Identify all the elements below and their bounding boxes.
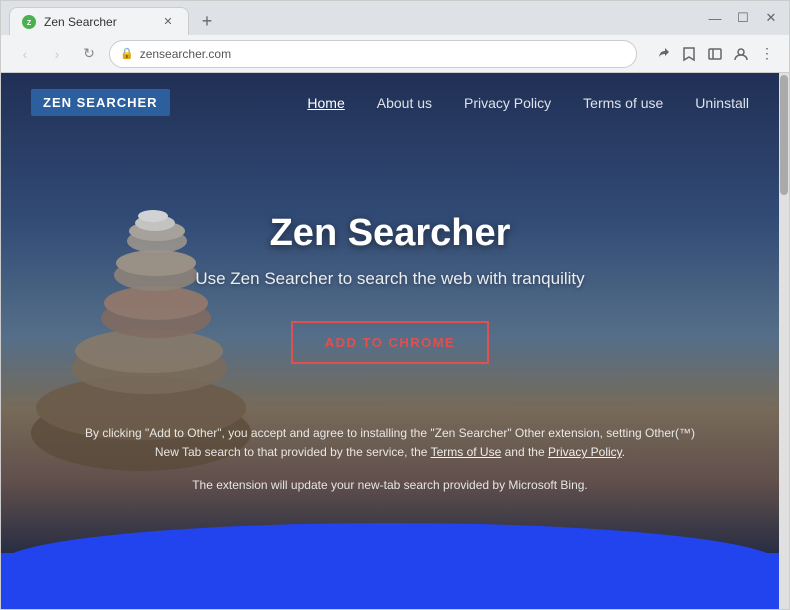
share-icon[interactable] (653, 44, 673, 64)
bookmark-icon[interactable] (679, 44, 699, 64)
address-bar: ‹ › ↻ 🔒 zensearcher.com ⋮ (1, 35, 789, 73)
scrollbar[interactable] (779, 73, 789, 609)
url-text: zensearcher.com (140, 47, 626, 61)
disclaimer-part3: . (622, 445, 625, 459)
disclaimer2-text: The extension will update your new-tab s… (1, 478, 779, 512)
tab-title: Zen Searcher (44, 15, 117, 29)
scroll-thumb[interactable] (780, 75, 788, 195)
svg-text:Z: Z (27, 20, 32, 27)
hero-subtitle: Use Zen Searcher to search the web with … (41, 269, 739, 289)
title-bar: Z Zen Searcher ✕ + — ☐ ✕ (1, 1, 789, 35)
back-button[interactable]: ‹ (13, 42, 37, 66)
tab-bar: Z Zen Searcher ✕ + (9, 1, 221, 35)
refresh-button[interactable]: ↻ (77, 42, 101, 66)
minimize-button[interactable]: — (705, 8, 725, 28)
window-controls: — ☐ ✕ (705, 8, 781, 28)
new-tab-button[interactable]: + (193, 7, 221, 35)
disclaimer-text: By clicking "Add to Other", you accept a… (1, 404, 779, 478)
terms-link[interactable]: Terms of Use (431, 445, 502, 459)
restore-button[interactable]: ☐ (733, 8, 753, 28)
lock-icon: 🔒 (120, 47, 134, 60)
forward-button[interactable]: › (45, 42, 69, 66)
tab-favicon: Z (22, 15, 36, 29)
nav-uninstall[interactable]: Uninstall (695, 95, 749, 111)
nav-links: Home About us Privacy Policy Terms of us… (307, 95, 749, 111)
site-navigation: ZEN SEARCHER Home About us Privacy Polic… (1, 73, 779, 132)
nav-privacy[interactable]: Privacy Policy (464, 95, 551, 111)
site-logo: ZEN SEARCHER (31, 89, 170, 116)
webpage: ZEN SEARCHER Home About us Privacy Polic… (1, 73, 789, 609)
close-button[interactable]: ✕ (761, 8, 781, 28)
nav-home[interactable]: Home (307, 95, 344, 111)
sidebar-icon[interactable] (705, 44, 725, 64)
hero-content: Zen Searcher Use Zen Searcher to search … (1, 132, 779, 404)
page-content: ZEN SEARCHER Home About us Privacy Polic… (1, 73, 779, 609)
nav-terms[interactable]: Terms of use (583, 95, 663, 111)
nav-about[interactable]: About us (377, 95, 432, 111)
browser-frame: Z Zen Searcher ✕ + — ☐ ✕ ‹ › ↻ 🔒 zensear… (0, 0, 790, 610)
disclaimer-part2: and the (501, 445, 548, 459)
blue-footer (1, 553, 779, 609)
url-bar[interactable]: 🔒 zensearcher.com (109, 40, 637, 68)
hero-title: Zen Searcher (41, 212, 739, 255)
active-tab[interactable]: Z Zen Searcher ✕ (9, 7, 189, 35)
hero-section: ZEN SEARCHER Home About us Privacy Polic… (1, 73, 779, 553)
tab-close-button[interactable]: ✕ (160, 14, 176, 30)
privacy-link[interactable]: Privacy Policy (548, 445, 622, 459)
profile-icon[interactable] (731, 44, 751, 64)
add-to-chrome-button[interactable]: ADD TO CHROME (291, 321, 489, 364)
address-icons: ⋮ (653, 44, 777, 64)
more-icon[interactable]: ⋮ (757, 44, 777, 64)
